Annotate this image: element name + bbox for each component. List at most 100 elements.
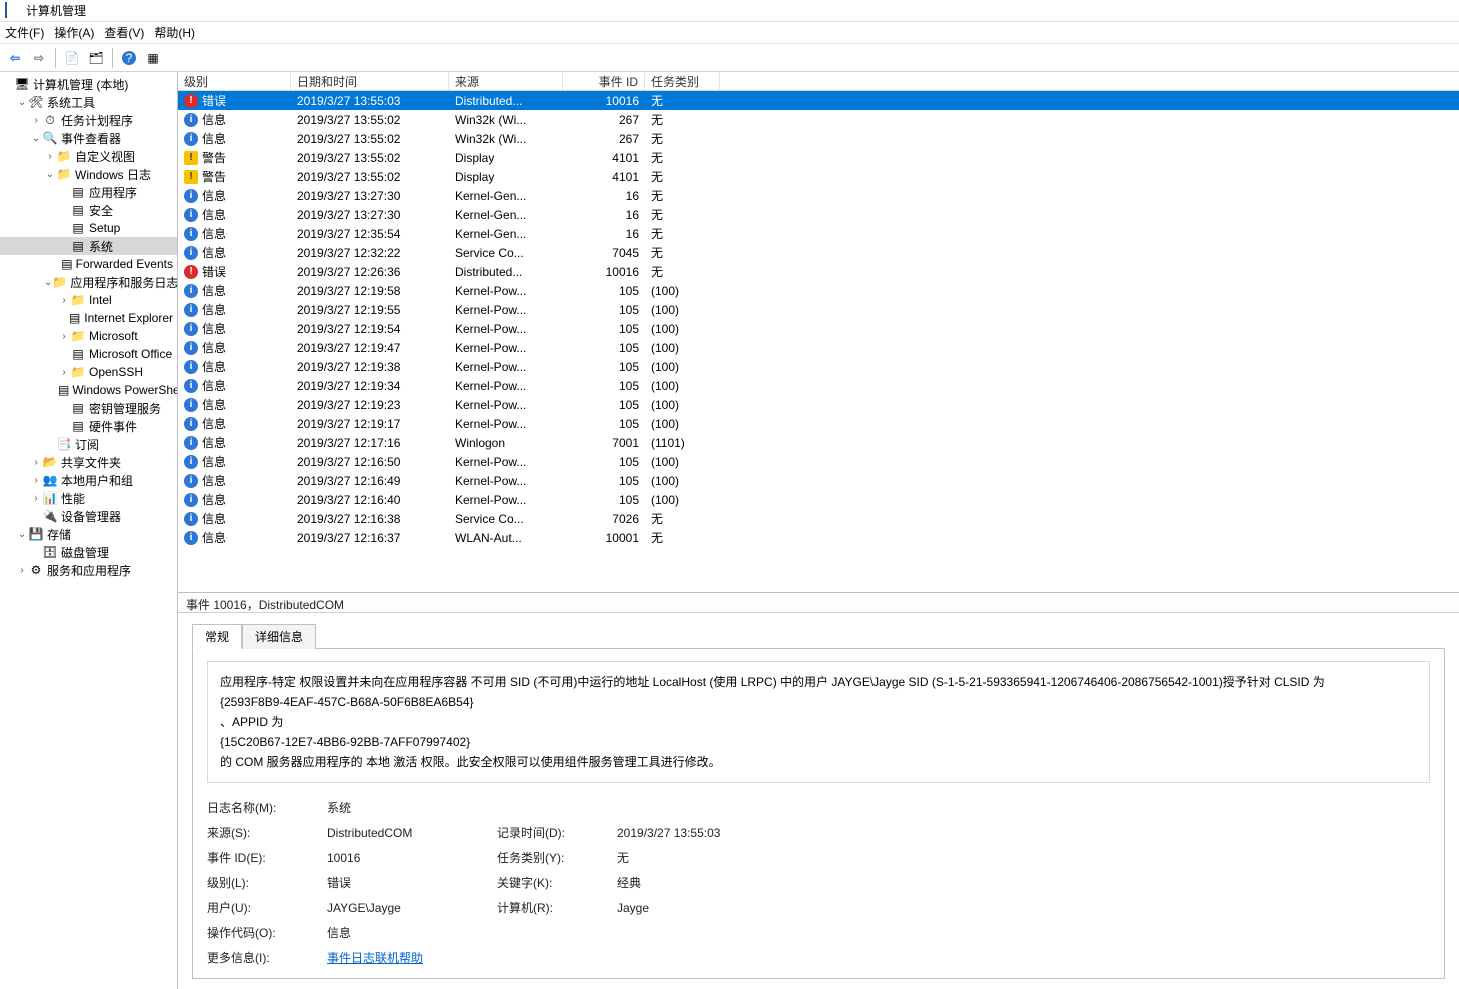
tab-general[interactable]: 常规 bbox=[192, 624, 242, 649]
event-row[interactable]: !错误2019/3/27 12:26:36Distributed...10016… bbox=[178, 262, 1459, 281]
expand-icon[interactable]: ⌄ bbox=[16, 529, 28, 540]
event-row[interactable]: i信息2019/3/27 12:35:54Kernel-Gen...16无 bbox=[178, 224, 1459, 243]
event-list[interactable]: 级别 日期和时间 来源 事件 ID 任务类别 !错误2019/3/27 13:5… bbox=[178, 72, 1459, 593]
export-button[interactable]: ▦ bbox=[142, 47, 164, 69]
tree-item[interactable]: ⌄🔍事件查看器 bbox=[0, 129, 177, 147]
tree-item[interactable]: ▤密钥管理服务 bbox=[0, 399, 177, 417]
event-row[interactable]: i信息2019/3/27 12:19:54Kernel-Pow...105(10… bbox=[178, 319, 1459, 338]
event-row[interactable]: i信息2019/3/27 12:19:38Kernel-Pow...105(10… bbox=[178, 357, 1459, 376]
help-button[interactable]: ? bbox=[118, 47, 140, 69]
event-row[interactable]: i信息2019/3/27 12:16:50Kernel-Pow...105(10… bbox=[178, 452, 1459, 471]
expand-icon[interactable]: › bbox=[30, 493, 42, 504]
menu-action[interactable]: 操作(A) bbox=[54, 24, 94, 41]
event-row[interactable]: i信息2019/3/27 12:19:23Kernel-Pow...105(10… bbox=[178, 395, 1459, 414]
expand-icon[interactable]: ⌄ bbox=[44, 169, 56, 180]
cell-level: 错误 bbox=[202, 263, 226, 280]
back-button[interactable]: ⇦ bbox=[4, 47, 26, 69]
tree-item[interactable]: ›📊性能 bbox=[0, 489, 177, 507]
expand-icon[interactable]: › bbox=[16, 565, 28, 576]
event-row[interactable]: i信息2019/3/27 12:19:17Kernel-Pow...105(10… bbox=[178, 414, 1459, 433]
expand-icon[interactable]: › bbox=[30, 457, 42, 468]
tree-item[interactable]: ▤Setup bbox=[0, 219, 177, 237]
event-row[interactable]: i信息2019/3/27 12:16:40Kernel-Pow...105(10… bbox=[178, 490, 1459, 509]
cell-source: WLAN-Aut... bbox=[449, 531, 563, 545]
label-eventid: 事件 ID(E): bbox=[207, 849, 307, 866]
event-row[interactable]: !警告2019/3/27 13:55:02Display4101无 bbox=[178, 148, 1459, 167]
tree-item[interactable]: ⌄📁应用程序和服务日志 bbox=[0, 273, 177, 291]
warning-icon: ! bbox=[184, 151, 198, 165]
link-online-help[interactable]: 事件日志联机帮助 bbox=[327, 951, 423, 965]
expand-icon[interactable]: › bbox=[44, 151, 56, 162]
tree-item[interactable]: ▤Internet Explorer bbox=[0, 309, 177, 327]
properties-button[interactable]: 🗂 bbox=[85, 47, 107, 69]
col-level[interactable]: 级别 bbox=[178, 73, 291, 90]
event-row[interactable]: i信息2019/3/27 12:19:55Kernel-Pow...105(10… bbox=[178, 300, 1459, 319]
event-row[interactable]: i信息2019/3/27 12:19:47Kernel-Pow...105(10… bbox=[178, 338, 1459, 357]
tree-item[interactable]: ⌄📁Windows 日志 bbox=[0, 165, 177, 183]
event-row[interactable]: i信息2019/3/27 13:27:30Kernel-Gen...16无 bbox=[178, 205, 1459, 224]
tree-item[interactable]: ›⚙服务和应用程序 bbox=[0, 561, 177, 579]
expand-icon[interactable]: ⌄ bbox=[30, 133, 42, 144]
tree-item[interactable]: 🔌设备管理器 bbox=[0, 507, 177, 525]
tree-item[interactable]: 🖥计算机管理 (本地) bbox=[0, 75, 177, 93]
cell-eventid: 10016 bbox=[563, 265, 645, 279]
expand-icon[interactable]: › bbox=[30, 115, 42, 126]
tree-item[interactable]: ›⏱任务计划程序 bbox=[0, 111, 177, 129]
expand-icon[interactable]: ⌄ bbox=[44, 277, 52, 288]
tree-item[interactable]: ›📁OpenSSH bbox=[0, 363, 177, 381]
tree-item[interactable]: ›📁Microsoft bbox=[0, 327, 177, 345]
tree-item[interactable]: ▤Microsoft Office bbox=[0, 345, 177, 363]
tree-item[interactable]: 📑订阅 bbox=[0, 435, 177, 453]
expand-icon[interactable]: › bbox=[58, 295, 70, 306]
navigation-tree[interactable]: 🖥计算机管理 (本地)⌄🛠系统工具›⏱任务计划程序⌄🔍事件查看器›📁自定义视图⌄… bbox=[0, 72, 178, 989]
detail-header: 事件 10016，DistributedCOM bbox=[178, 593, 1459, 613]
menu-help[interactable]: 帮助(H) bbox=[154, 24, 195, 41]
tree-item[interactable]: ›📁Intel bbox=[0, 291, 177, 309]
tree-item[interactable]: ▤Windows PowerShell bbox=[0, 381, 177, 399]
event-row[interactable]: i信息2019/3/27 12:19:58Kernel-Pow...105(10… bbox=[178, 281, 1459, 300]
expand-icon[interactable]: › bbox=[58, 331, 70, 342]
tree-item[interactable]: ›📁自定义视图 bbox=[0, 147, 177, 165]
tree-item[interactable]: ▤系统 bbox=[0, 237, 177, 255]
event-row[interactable]: i信息2019/3/27 12:32:22Service Co...7045无 bbox=[178, 243, 1459, 262]
forward-button[interactable]: ⇨ bbox=[28, 47, 50, 69]
col-category[interactable]: 任务类别 bbox=[645, 73, 720, 90]
menu-view[interactable]: 查看(V) bbox=[104, 24, 144, 41]
tree-item[interactable]: ▤安全 bbox=[0, 201, 177, 219]
event-row[interactable]: i信息2019/3/27 12:16:49Kernel-Pow...105(10… bbox=[178, 471, 1459, 490]
menu-file[interactable]: 文件(F) bbox=[5, 24, 44, 41]
tree-item[interactable]: ▤应用程序 bbox=[0, 183, 177, 201]
event-row[interactable]: i信息2019/3/27 13:55:02Win32k (Wi...267无 bbox=[178, 129, 1459, 148]
cell-category: (100) bbox=[645, 379, 720, 393]
tree-item[interactable]: ▤硬件事件 bbox=[0, 417, 177, 435]
tree-item[interactable]: ›👥本地用户和组 bbox=[0, 471, 177, 489]
cell-category: (100) bbox=[645, 303, 720, 317]
event-row[interactable]: i信息2019/3/27 13:55:02Win32k (Wi...267无 bbox=[178, 110, 1459, 129]
event-row[interactable]: !错误2019/3/27 13:55:03Distributed...10016… bbox=[178, 91, 1459, 110]
event-row[interactable]: i信息2019/3/27 12:19:34Kernel-Pow...105(10… bbox=[178, 376, 1459, 395]
tree-item[interactable]: ▤Forwarded Events bbox=[0, 255, 177, 273]
col-date[interactable]: 日期和时间 bbox=[291, 73, 449, 90]
info-icon: i bbox=[184, 417, 198, 431]
value-eventid: 10016 bbox=[327, 851, 477, 865]
tree-item[interactable]: ⌄💾存储 bbox=[0, 525, 177, 543]
col-source[interactable]: 来源 bbox=[449, 73, 563, 90]
event-list-header[interactable]: 级别 日期和时间 来源 事件 ID 任务类别 bbox=[178, 72, 1459, 91]
expand-icon[interactable]: › bbox=[30, 475, 42, 486]
event-row[interactable]: i信息2019/3/27 12:16:38Service Co...7026无 bbox=[178, 509, 1459, 528]
log-icon: ▤ bbox=[58, 382, 69, 398]
tree-item[interactable]: ⌄🛠系统工具 bbox=[0, 93, 177, 111]
expand-icon[interactable]: › bbox=[58, 367, 70, 378]
tree-item[interactable]: ›📂共享文件夹 bbox=[0, 453, 177, 471]
event-row[interactable]: i信息2019/3/27 13:27:30Kernel-Gen...16无 bbox=[178, 186, 1459, 205]
show-hide-tree-button[interactable]: 📄 bbox=[61, 47, 83, 69]
event-row[interactable]: i信息2019/3/27 12:17:16Winlogon7001(1101) bbox=[178, 433, 1459, 452]
cell-source: Kernel-Pow... bbox=[449, 417, 563, 431]
expand-icon[interactable]: ⌄ bbox=[16, 97, 28, 108]
event-row[interactable]: i信息2019/3/27 12:16:37WLAN-Aut...10001无 bbox=[178, 528, 1459, 547]
tab-details[interactable]: 详细信息 bbox=[242, 624, 316, 649]
col-eventid[interactable]: 事件 ID bbox=[563, 73, 645, 90]
event-row[interactable]: !警告2019/3/27 13:55:02Display4101无 bbox=[178, 167, 1459, 186]
tree-item[interactable]: 🗄磁盘管理 bbox=[0, 543, 177, 561]
value-keywords: 经典 bbox=[617, 874, 817, 891]
